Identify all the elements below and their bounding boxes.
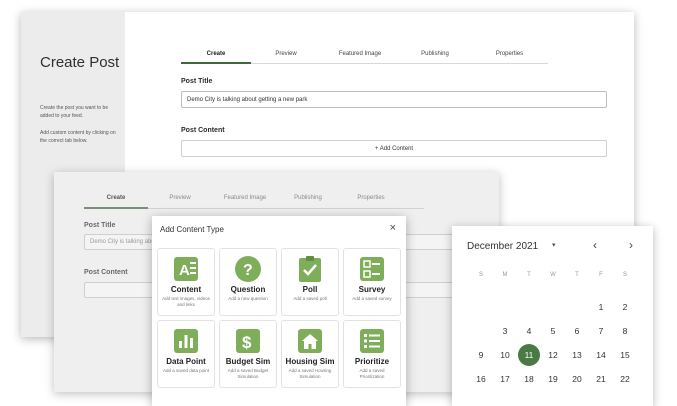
sidebar-description: Create the post you want to be added to … [40, 105, 109, 119]
chevron-right-icon[interactable]: › [629, 238, 633, 252]
calendar-day[interactable]: 19 [542, 368, 564, 390]
card-title: Poll [302, 285, 318, 294]
weekday-label: T [527, 272, 531, 278]
weekday-label: F [599, 272, 603, 278]
post-title-label: Post Title [84, 222, 116, 229]
weekday-label: S [622, 272, 627, 278]
card-description: Add a saved Housing Simulation [288, 368, 332, 379]
page-title: Create Post [40, 54, 120, 71]
calendar-day[interactable]: 9 [470, 344, 492, 366]
tab-bar: Create Preview Featured Image Publishing… [181, 46, 548, 62]
content-card[interactable]: A Content Add text images, videos and li… [157, 248, 215, 316]
prioritize-card[interactable]: Prioritize Add a saved Prioritization [343, 320, 401, 388]
calendar-day[interactable]: 14 [590, 344, 612, 366]
dollar-icon: $ [235, 328, 261, 354]
tab-featured-image[interactable]: Featured Image [321, 46, 399, 62]
card-description: Add a saved data point [162, 368, 210, 373]
active-tab-indicator [181, 62, 251, 64]
weekday-label: M [502, 272, 508, 278]
calendar-day[interactable]: 12 [542, 344, 564, 366]
dialog-title: Add Content Type [160, 225, 224, 234]
calendar-day[interactable]: 13 [566, 344, 588, 366]
tab-publishing[interactable]: Publishing [278, 190, 338, 206]
card-title: Prioritize [354, 357, 390, 366]
date-picker: December 2021 ▾ ‹ › S M T W T F S 1 2 3 4 5 6 7 8 9 10 11… [452, 226, 653, 406]
calendar-day[interactable]: 4 [518, 320, 540, 342]
calendar-day[interactable]: 21 [590, 368, 612, 390]
survey-card[interactable]: Survey Add a saved survey [343, 248, 401, 316]
calendar-day[interactable]: 22 [614, 368, 636, 390]
clipboard-check-icon [297, 256, 323, 282]
card-description: Add a saved survey [352, 296, 392, 301]
active-tab-indicator [84, 207, 148, 209]
card-title: Question [230, 285, 266, 294]
content-type-grid: A Content Add text images, videos and li… [157, 248, 401, 388]
weekday-label: W [550, 272, 556, 278]
card-title: Budget Sim [225, 357, 271, 366]
housing-sim-card[interactable]: Housing Sim Add a saved Housing Simulati… [281, 320, 339, 388]
card-title: Housing Sim [285, 357, 335, 366]
tab-properties[interactable]: Properties [471, 46, 548, 62]
bar-chart-icon [173, 328, 199, 354]
post-content-label: Post Content [84, 269, 128, 276]
weekday-label: S [478, 272, 483, 278]
calendar-day[interactable]: 8 [614, 320, 636, 342]
post-content-label: Post Content [181, 127, 225, 134]
sidebar-help-text: Add custom content by clicking on the co… [40, 130, 116, 144]
tab-preview[interactable]: Preview [148, 190, 212, 206]
calendar-day[interactable]: 2 [614, 296, 636, 318]
calendar-day[interactable]: 10 [494, 344, 516, 366]
checklist-icon [359, 256, 385, 282]
chevron-down-icon[interactable]: ▾ [552, 241, 556, 249]
svg-text:$: $ [242, 333, 252, 352]
tab-create[interactable]: Create [84, 190, 148, 206]
card-description: Add a saved Prioritization [359, 368, 385, 379]
svg-text:?: ? [243, 262, 253, 279]
selected-day[interactable]: 11 [518, 344, 540, 366]
card-description: Add a new question [228, 296, 268, 301]
question-icon: ? [235, 256, 261, 282]
add-content-type-dialog: Add Content Type × A Content Add text im… [152, 216, 406, 406]
poll-card[interactable]: Poll Add a saved poll [281, 248, 339, 316]
calendar-day[interactable]: 16 [470, 368, 492, 390]
month-label: December 2021 [467, 241, 539, 252]
question-card[interactable]: ? Question Add a new question [219, 248, 277, 316]
tab-properties[interactable]: Properties [338, 190, 404, 206]
close-icon[interactable]: × [390, 222, 396, 234]
calendar-day[interactable]: 5 [542, 320, 564, 342]
tab-bar: Create Preview Featured Image Publishing… [84, 190, 404, 206]
calendar-day[interactable]: 1 [590, 296, 612, 318]
calendar-day[interactable]: 3 [494, 320, 516, 342]
card-title: Content [170, 285, 202, 294]
svg-text:A: A [179, 262, 190, 279]
calendar-day[interactable]: 18 [518, 368, 540, 390]
card-description: Add a saved Budget Simulation [227, 368, 269, 379]
house-icon [297, 328, 323, 354]
add-content-button[interactable]: + Add Content [181, 140, 607, 157]
card-title: Survey [358, 285, 386, 294]
weekday-label: T [575, 272, 579, 278]
card-description: Add text images, videos and links [162, 296, 210, 307]
calendar-day[interactable]: 15 [614, 344, 636, 366]
calendar-day[interactable]: 7 [590, 320, 612, 342]
card-title: Data Point [166, 357, 206, 366]
tab-create[interactable]: Create [181, 46, 251, 62]
data-point-card[interactable]: Data Point Add a saved data point [157, 320, 215, 388]
list-icon [359, 328, 385, 354]
post-title-label: Post Title [181, 78, 213, 85]
budget-sim-card[interactable]: $ Budget Sim Add a saved Budget Simulati… [219, 320, 277, 388]
chevron-left-icon[interactable]: ‹ [593, 238, 597, 252]
calendar-day[interactable]: 6 [566, 320, 588, 342]
calendar-day[interactable]: 17 [494, 368, 516, 390]
tab-publishing[interactable]: Publishing [399, 46, 471, 62]
card-description: Add a saved poll [293, 296, 327, 301]
calendar-day[interactable]: 20 [566, 368, 588, 390]
tab-featured-image[interactable]: Featured Image [212, 190, 278, 206]
post-title-input[interactable]: Demo City is talking about getting a new… [181, 91, 607, 108]
tab-preview[interactable]: Preview [251, 46, 321, 62]
text-image-icon: A [173, 256, 199, 282]
